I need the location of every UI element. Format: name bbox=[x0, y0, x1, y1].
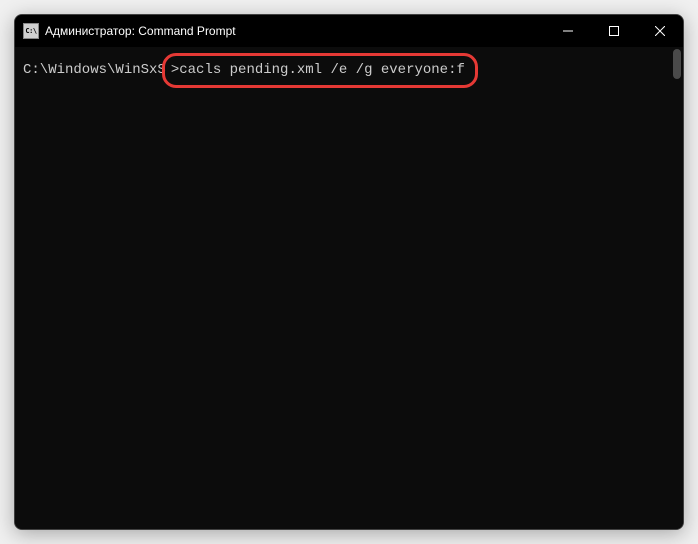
titlebar[interactable]: C:\ Администратор: Command Prompt bbox=[15, 15, 683, 47]
prompt-line: C:\Windows\WinSxS>cacls pending.xml /e /… bbox=[23, 53, 675, 88]
app-icon: C:\ bbox=[23, 23, 39, 39]
scrollbar[interactable] bbox=[669, 47, 683, 529]
terminal-area[interactable]: C:\Windows\WinSxS>cacls pending.xml /e /… bbox=[15, 47, 683, 529]
command-highlight: >cacls pending.xml /e /g everyone:f bbox=[162, 53, 478, 88]
command-text: cacls pending.xml /e /g everyone:f bbox=[179, 62, 465, 78]
maximize-icon bbox=[609, 26, 619, 36]
minimize-button[interactable] bbox=[545, 15, 591, 47]
scrollbar-thumb[interactable] bbox=[673, 49, 681, 79]
close-icon bbox=[655, 26, 665, 36]
command-prompt-window: C:\ Администратор: Command Prompt bbox=[14, 14, 684, 530]
prompt-path: C:\Windows\WinSxS bbox=[23, 60, 166, 81]
window-controls bbox=[545, 15, 683, 47]
maximize-button[interactable] bbox=[591, 15, 637, 47]
prompt-separator: > bbox=[171, 62, 179, 78]
close-button[interactable] bbox=[637, 15, 683, 47]
minimize-icon bbox=[563, 26, 573, 36]
window-title: Администратор: Command Prompt bbox=[45, 24, 545, 38]
